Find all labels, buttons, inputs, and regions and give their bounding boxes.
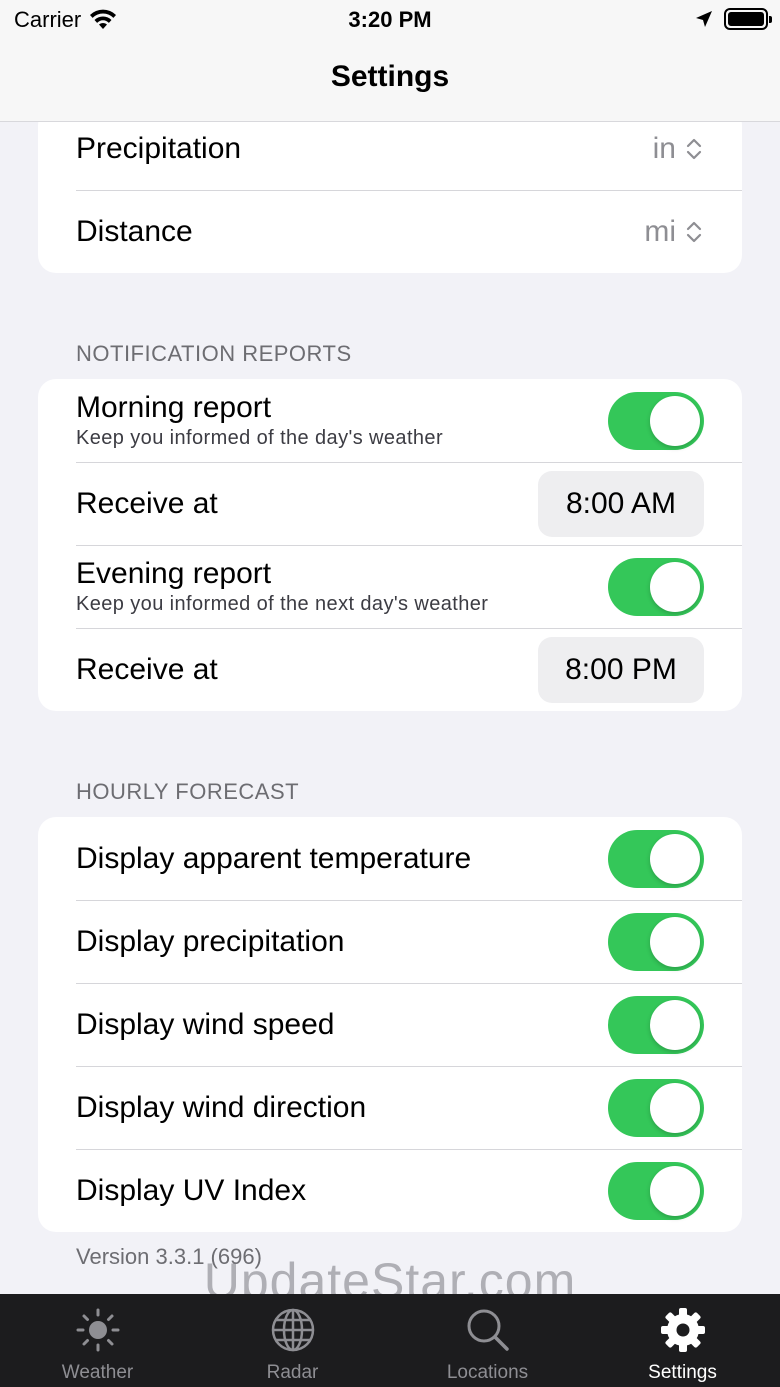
hourly-row-wind-direction: Display wind direction xyxy=(38,1066,742,1149)
morning-time-picker[interactable]: 8:00 AM xyxy=(538,470,704,537)
precipitation-value: in xyxy=(652,131,676,165)
morning-receive-row: Receive at 8:00 AM xyxy=(38,462,742,545)
evening-report-toggle[interactable] xyxy=(608,557,704,616)
status-time: 3:20 PM xyxy=(348,7,432,32)
hourly-row-apparent-temperature: Display apparent temperature xyxy=(38,817,742,900)
distance-label: Distance xyxy=(76,214,193,248)
morning-report-label: Morning report xyxy=(76,391,272,424)
hourly-row-label: Display precipitation xyxy=(76,924,345,958)
page-title: Settings xyxy=(330,60,450,93)
precipitation-picker[interactable]: in xyxy=(653,132,704,166)
wind-speed-toggle[interactable] xyxy=(608,995,704,1054)
evening-receive-row: Receive at 8:00 PM xyxy=(38,628,742,711)
tab-label: Settings xyxy=(648,1362,717,1383)
battery-icon xyxy=(724,8,772,30)
globe-icon xyxy=(271,1308,314,1352)
tab-weather[interactable]: Weather xyxy=(0,1294,195,1387)
hourly-row-label: Display UV Index xyxy=(76,1173,307,1207)
hourly-row-label: Display wind speed xyxy=(76,1007,335,1041)
evening-receive-label: Receive at xyxy=(76,652,218,686)
section-header-hourly-forecast: HOURLY FORECAST xyxy=(76,779,300,804)
evening-time-picker[interactable]: 8:00 PM xyxy=(538,636,704,703)
hourly-row-label: Display wind direction xyxy=(76,1090,367,1124)
evening-report-row: Evening report Keep you informed of the … xyxy=(38,545,742,628)
evening-report-subtitle: Keep you informed of the next day's weat… xyxy=(76,593,489,615)
morning-report-subtitle: Keep you informed of the day's weather xyxy=(76,427,444,449)
tab-label: Weather xyxy=(61,1362,134,1383)
apparent-temperature-toggle[interactable] xyxy=(608,829,704,888)
hourly-forecast-group: Display apparent temperature Display pre… xyxy=(38,817,742,1232)
units-row-distance[interactable]: Distance mi xyxy=(38,190,742,273)
distance-picker[interactable]: mi xyxy=(644,215,704,249)
tab-label: Radar xyxy=(266,1362,319,1383)
morning-receive-label: Receive at xyxy=(76,486,218,520)
precipitation-label: Precipitation xyxy=(76,131,242,165)
units-group: Precipitation in Distance mi xyxy=(38,107,742,273)
sun-icon xyxy=(76,1308,119,1352)
hourly-row-uv-index: Display UV Index xyxy=(38,1149,742,1232)
uv-index-toggle[interactable] xyxy=(608,1161,704,1220)
wind-direction-toggle[interactable] xyxy=(608,1078,704,1137)
gear-icon xyxy=(660,1308,705,1352)
navigation-bar: Carrier 3:20 PM Settings xyxy=(0,0,780,122)
hourly-row-wind-speed: Display wind speed xyxy=(38,983,742,1066)
precipitation-toggle[interactable] xyxy=(608,912,704,971)
tab-radar[interactable]: Radar xyxy=(195,1294,390,1387)
hourly-row-label: Display apparent temperature xyxy=(76,841,472,875)
section-header-notification-reports: NOTIFICATION REPORTS xyxy=(76,341,352,366)
tab-bar: Weather Radar Locations Settings xyxy=(0,1294,780,1387)
location-arrow-icon xyxy=(696,11,712,27)
chevron-up-down-icon xyxy=(686,138,702,159)
chevron-up-down-icon xyxy=(686,221,702,242)
status-right xyxy=(694,8,772,30)
tab-locations[interactable]: Locations xyxy=(390,1294,585,1387)
morning-report-toggle[interactable] xyxy=(608,391,704,450)
tab-label: Locations xyxy=(446,1362,529,1383)
distance-value: mi xyxy=(644,214,676,248)
morning-report-row: Morning report Keep you informed of the … xyxy=(38,379,742,462)
search-icon xyxy=(467,1309,509,1351)
hourly-row-precipitation: Display precipitation xyxy=(38,900,742,983)
notification-reports-group: Morning report Keep you informed of the … xyxy=(38,379,742,711)
tab-settings[interactable]: Settings xyxy=(585,1294,780,1387)
evening-report-label: Evening report xyxy=(76,557,272,590)
